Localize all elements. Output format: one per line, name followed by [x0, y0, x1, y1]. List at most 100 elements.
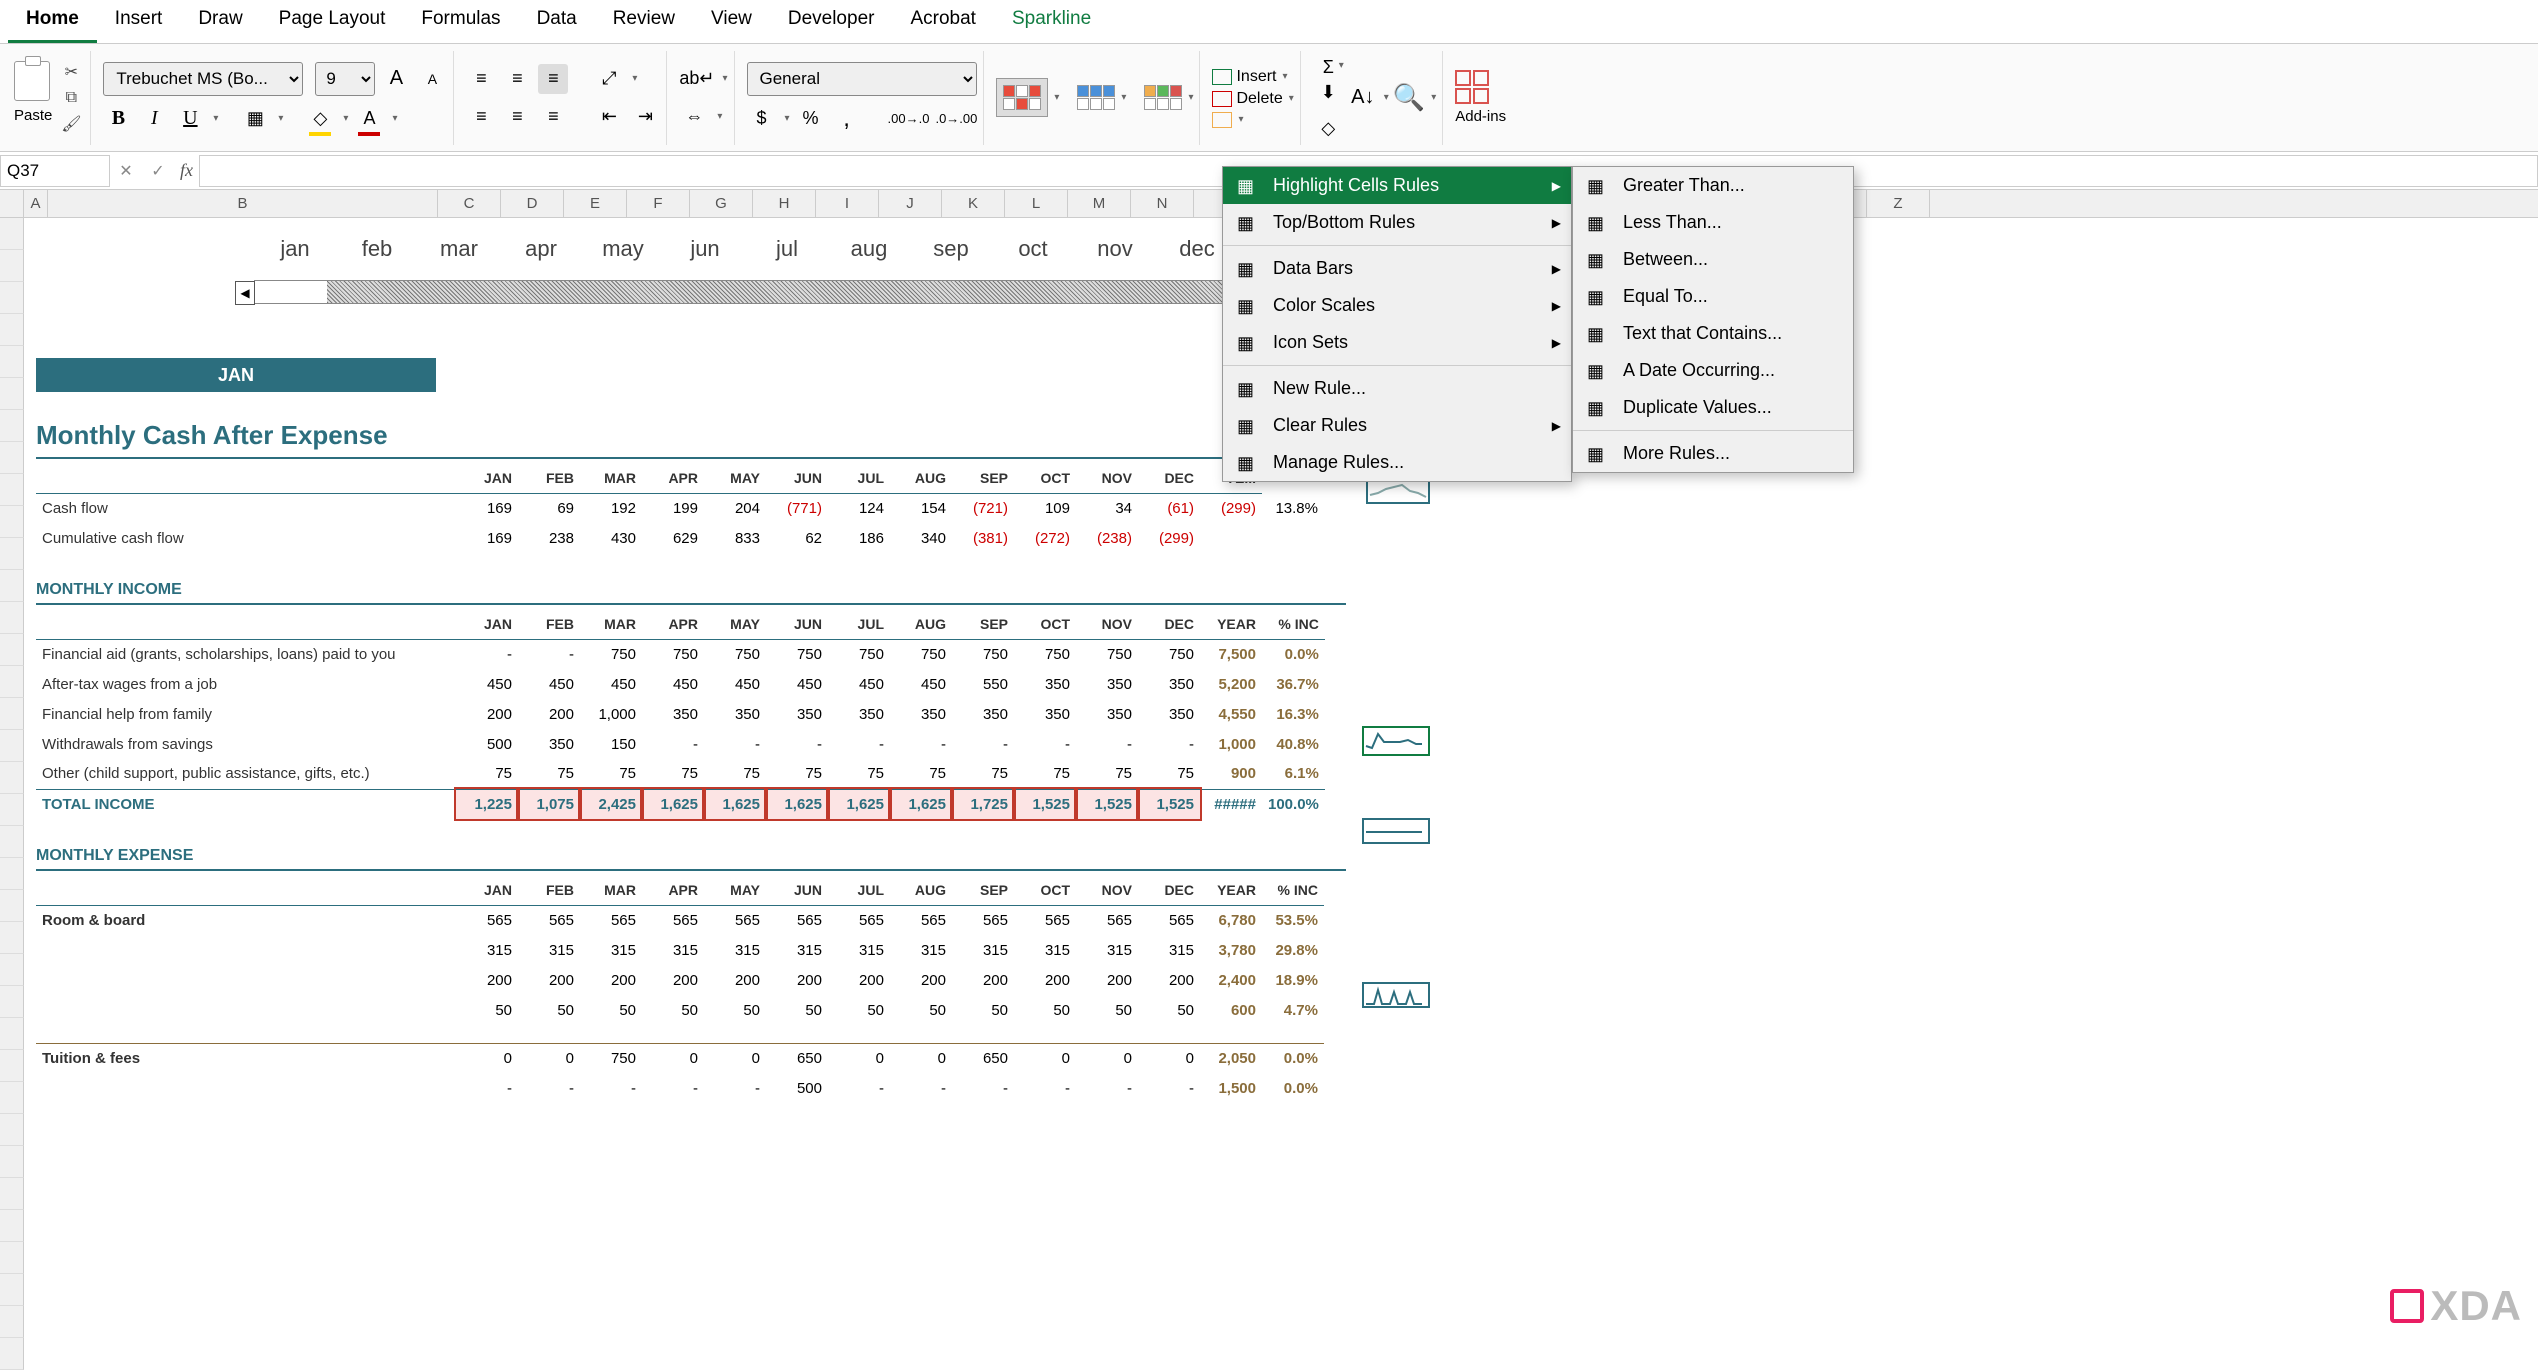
- menu-item[interactable]: ▦Top/Bottom Rules▶: [1223, 204, 1571, 241]
- col-n[interactable]: N: [1131, 190, 1194, 217]
- bold-button[interactable]: B: [103, 104, 133, 134]
- menu-item[interactable]: ▦Between...: [1573, 241, 1883, 278]
- row-number[interactable]: [0, 1082, 24, 1114]
- col-k[interactable]: K: [942, 190, 1005, 217]
- format-table-button[interactable]: [1077, 85, 1115, 110]
- align-bottom-icon[interactable]: ≡: [538, 64, 568, 94]
- number-format-select[interactable]: General: [747, 62, 977, 96]
- align-middle-icon[interactable]: ≡: [502, 64, 532, 94]
- row-number[interactable]: [0, 378, 24, 410]
- tab-draw[interactable]: Draw: [180, 0, 260, 43]
- row-number[interactable]: [0, 474, 24, 506]
- col-m[interactable]: M: [1068, 190, 1131, 217]
- tab-sparkline[interactable]: Sparkline: [994, 0, 1109, 43]
- timeline-month[interactable]: aug: [828, 236, 910, 262]
- timeline-month[interactable]: may: [582, 236, 664, 262]
- row-number[interactable]: [0, 538, 24, 570]
- increase-font-icon[interactable]: A: [381, 64, 411, 94]
- row-number[interactable]: [0, 698, 24, 730]
- decrease-indent-icon[interactable]: ⇤: [594, 102, 624, 132]
- timeline-month[interactable]: jun: [664, 236, 746, 262]
- font-color-button[interactable]: A: [354, 104, 384, 134]
- menu-item[interactable]: ▦Clear Rules▶: [1223, 407, 1571, 444]
- align-center-icon[interactable]: ≡: [502, 102, 532, 132]
- currency-icon[interactable]: $: [747, 104, 777, 134]
- paste-icon[interactable]: [14, 61, 50, 101]
- menu-item[interactable]: ▦Equal To...: [1573, 278, 1883, 315]
- align-left-icon[interactable]: ≡: [466, 102, 496, 132]
- col-c[interactable]: C: [438, 190, 501, 217]
- tab-developer[interactable]: Developer: [770, 0, 893, 43]
- tab-home[interactable]: Home: [8, 0, 97, 43]
- row-number[interactable]: [0, 1146, 24, 1178]
- find-icon[interactable]: 🔍: [1393, 83, 1425, 113]
- menu-item[interactable]: ▦A Date Occurring...: [1573, 352, 1883, 389]
- timeline-month[interactable]: apr: [500, 236, 582, 262]
- sort-filter-icon[interactable]: A↓: [1348, 83, 1378, 113]
- menu-item[interactable]: ▦Manage Rules...: [1223, 444, 1571, 481]
- timeline-month[interactable]: mar: [418, 236, 500, 262]
- row-number[interactable]: [0, 634, 24, 666]
- underline-button[interactable]: U: [175, 104, 205, 134]
- name-box[interactable]: [0, 155, 110, 187]
- cut-icon[interactable]: ✂: [58, 61, 84, 83]
- timeline-scrollbar[interactable]: ◀: [254, 280, 1304, 304]
- col-e[interactable]: E: [564, 190, 627, 217]
- menu-item[interactable]: ▦New Rule...: [1223, 370, 1571, 407]
- font-name-select[interactable]: Trebuchet MS (Bo...: [103, 62, 303, 96]
- row-number[interactable]: [0, 1274, 24, 1306]
- italic-button[interactable]: I: [139, 104, 169, 134]
- timeline-left-icon[interactable]: ◀: [235, 281, 255, 305]
- row-number[interactable]: [0, 1018, 24, 1050]
- increase-decimal-icon[interactable]: .0→.00: [935, 104, 977, 134]
- timeline-month[interactable]: jan: [254, 236, 336, 262]
- row-number[interactable]: [0, 602, 24, 634]
- align-top-icon[interactable]: ≡: [466, 64, 496, 94]
- row-number[interactable]: [0, 890, 24, 922]
- format-cells-button[interactable]: ▾: [1212, 112, 1293, 128]
- cell-styles-button[interactable]: [1144, 85, 1182, 110]
- fill-color-button[interactable]: ◇: [305, 104, 335, 134]
- row-number[interactable]: [0, 794, 24, 826]
- row-number[interactable]: [0, 570, 24, 602]
- col-g[interactable]: G: [690, 190, 753, 217]
- row-number[interactable]: [0, 1050, 24, 1082]
- menu-item[interactable]: ▦Color Scales▶: [1223, 287, 1571, 324]
- row-number[interactable]: [0, 1306, 24, 1338]
- cancel-icon[interactable]: ✕: [110, 161, 142, 181]
- decrease-font-icon[interactable]: A: [417, 64, 447, 94]
- col-l[interactable]: L: [1005, 190, 1068, 217]
- menu-item[interactable]: ▦Text that Contains...: [1573, 315, 1883, 352]
- row-number[interactable]: [0, 346, 24, 378]
- tab-data[interactable]: Data: [519, 0, 595, 43]
- row-number[interactable]: [0, 314, 24, 346]
- increase-indent-icon[interactable]: ⇥: [630, 102, 660, 132]
- row-number[interactable]: [0, 1242, 24, 1274]
- timeline-month[interactable]: sep: [910, 236, 992, 262]
- conditional-formatting-button[interactable]: [996, 78, 1048, 117]
- row-number[interactable]: [0, 922, 24, 954]
- row-number[interactable]: [0, 954, 24, 986]
- font-size-select[interactable]: 9: [315, 62, 375, 96]
- menu-item[interactable]: ▦Less Than...: [1573, 204, 1883, 241]
- wrap-text-icon[interactable]: ab↵: [679, 64, 714, 94]
- row-number[interactable]: [0, 666, 24, 698]
- row-number[interactable]: [0, 442, 24, 474]
- borders-button[interactable]: ▦: [240, 104, 270, 134]
- menu-item[interactable]: ▦Duplicate Values...: [1573, 389, 1883, 426]
- merge-icon[interactable]: ⇔: [679, 102, 709, 132]
- timeline-thumb[interactable]: [255, 281, 327, 303]
- row-number[interactable]: [0, 1338, 24, 1370]
- menu-item[interactable]: ▦Highlight Cells Rules▶: [1223, 167, 1571, 204]
- tab-view[interactable]: View: [693, 0, 770, 43]
- tab-page-layout[interactable]: Page Layout: [261, 0, 404, 43]
- percent-icon[interactable]: %: [796, 104, 826, 134]
- row-number[interactable]: [0, 826, 24, 858]
- menu-item[interactable]: ▦Greater Than...: [1573, 167, 1883, 204]
- tab-acrobat[interactable]: Acrobat: [892, 0, 993, 43]
- row-number[interactable]: [0, 730, 24, 762]
- col-f[interactable]: F: [627, 190, 690, 217]
- clear-icon[interactable]: ◇: [1313, 113, 1344, 143]
- decrease-decimal-icon[interactable]: .00→.0: [888, 104, 930, 134]
- timeline-month[interactable]: jul: [746, 236, 828, 262]
